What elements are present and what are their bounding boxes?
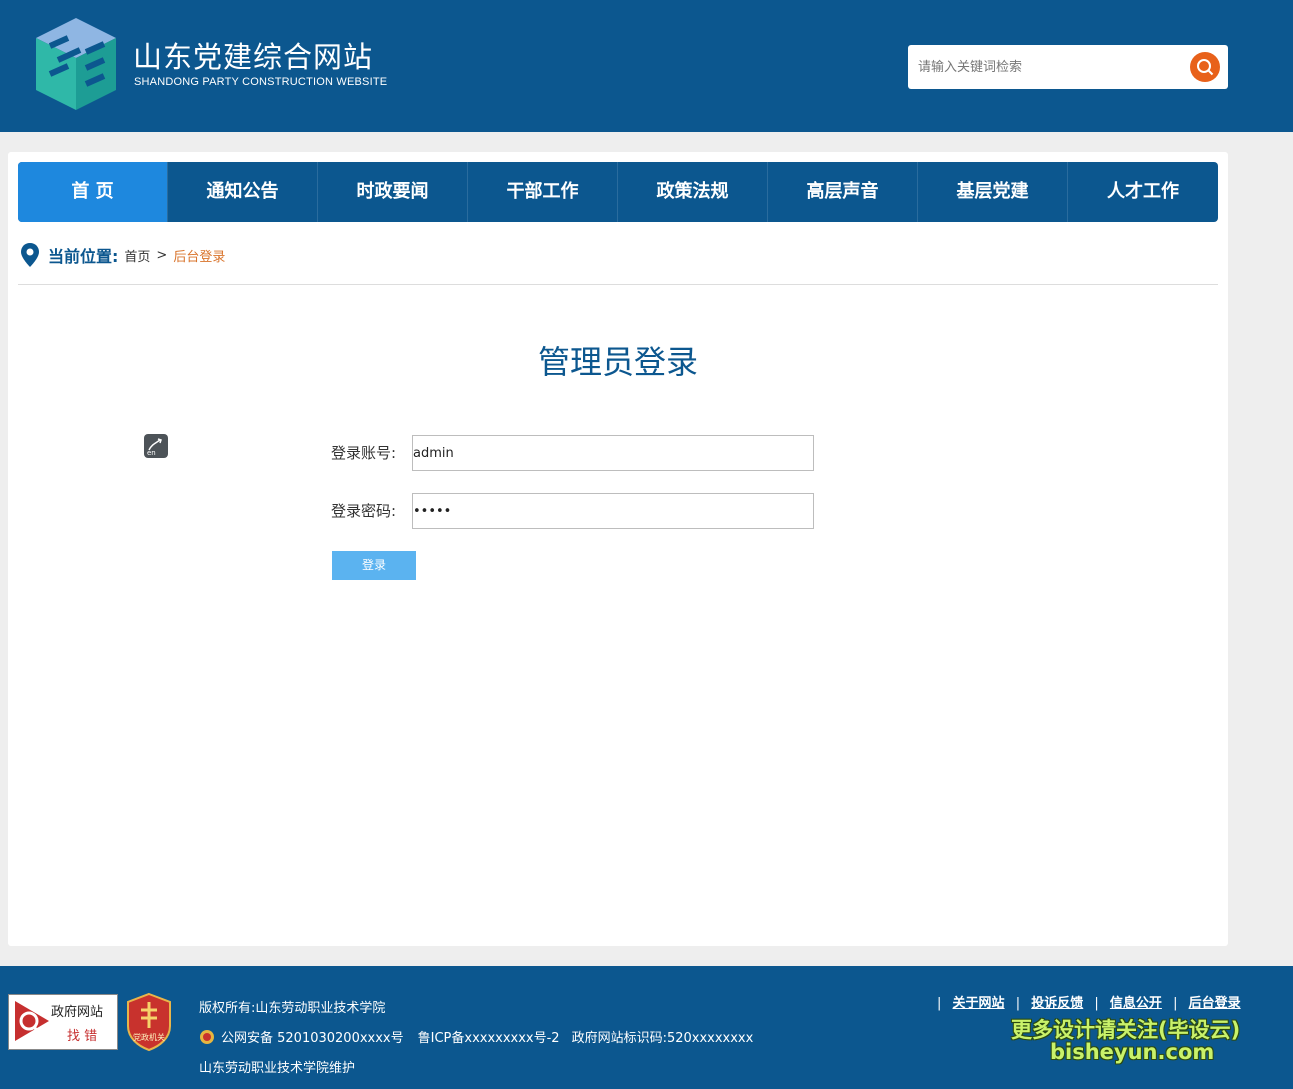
site-footer: 政府网站 找 错 党政机关 版权所有:山东劳动职业技术学院 公网安备 52010… bbox=[0, 966, 1293, 1089]
breadcrumb-home-link[interactable]: 首页 bbox=[124, 246, 150, 265]
page-title: 管理员登录 bbox=[537, 343, 698, 381]
footer-link-separator: | bbox=[1015, 996, 1021, 1011]
breadcrumb-separator: > bbox=[156, 247, 168, 263]
divider bbox=[18, 284, 1218, 285]
footer-link-disclosure[interactable]: 信息公开 bbox=[1110, 996, 1162, 1011]
footer-links: | 关于网站 | 投诉反馈 | 信息公开 | 后台登录 bbox=[930, 992, 1241, 1011]
footer-link-separator: | bbox=[1173, 996, 1178, 1011]
footer-link-about[interactable]: 关于网站 bbox=[953, 996, 1005, 1011]
nav-item-talent-work[interactable]: 人才工作 bbox=[1068, 162, 1218, 222]
site-subtitle: SHANDONG PARTY CONSTRUCTION WEBSITE bbox=[134, 76, 388, 88]
gov-site-error-report-badge[interactable]: 政府网站 找 错 bbox=[8, 994, 118, 1050]
password-input[interactable] bbox=[412, 493, 814, 529]
nav-item-cadre-work[interactable]: 干部工作 bbox=[468, 162, 618, 222]
site-title: 山东党建综合网站 bbox=[133, 40, 374, 74]
gov-site-id-text: 政府网站标识码:520xxxxxxxx bbox=[571, 1031, 754, 1046]
nav-item-notices[interactable]: 通知公告 bbox=[168, 162, 318, 222]
party-badge-text: 党政机关 bbox=[133, 1033, 165, 1042]
gov-badge-top-text: 政府网站 bbox=[51, 1005, 104, 1020]
location-pin-icon bbox=[21, 243, 39, 267]
search-input[interactable] bbox=[908, 45, 1178, 89]
maintainer-text: 山东劳动职业技术学院维护 bbox=[199, 1061, 356, 1076]
main-nav: 首 页 通知公告 时政要闻 干部工作 政策法规 高层声音 基层党建 人才工作 bbox=[18, 162, 1218, 222]
search-icon bbox=[1197, 59, 1214, 76]
account-label: 登录账号: bbox=[331, 444, 397, 462]
police-emblem-icon bbox=[200, 1030, 214, 1044]
magnifier-flag-icon bbox=[15, 1001, 49, 1041]
watermark-line-2: bisheyun.com bbox=[1050, 1040, 1215, 1064]
nav-item-grassroots[interactable]: 基层党建 bbox=[918, 162, 1068, 222]
footer-link-feedback[interactable]: 投诉反馈 bbox=[1031, 996, 1083, 1011]
record-info: 公网安备 5201030200xxxx号 鲁ICP备xxxxxxxxx号-2 政府网… bbox=[199, 1027, 753, 1046]
copyright-text: 版权所有:山东劳动职业技术学院 bbox=[199, 1001, 386, 1016]
language-switch-icon[interactable]: en bbox=[144, 434, 168, 458]
gov-badge-bottom-text: 找 错 bbox=[67, 1029, 98, 1044]
nav-item-home[interactable]: 首 页 bbox=[18, 162, 168, 222]
police-record-text: 公网安备 5201030200xxxx号 bbox=[221, 1031, 404, 1046]
icp-record-text: 鲁ICP备xxxxxxxxx号-2 bbox=[417, 1031, 560, 1046]
password-label: 登录密码: bbox=[331, 502, 397, 520]
party-organ-badge[interactable]: 党政机关 bbox=[124, 992, 174, 1052]
footer-link-admin-login[interactable]: 后台登录 bbox=[1189, 996, 1241, 1011]
breadcrumb-label: 当前位置: bbox=[48, 247, 119, 266]
footer-link-separator: | bbox=[937, 996, 942, 1011]
search-button[interactable] bbox=[1190, 52, 1220, 82]
site-header: 山东党建综合网站 SHANDONG PARTY CONSTRUCTION WEB… bbox=[0, 0, 1293, 132]
breadcrumb: 当前位置: 首页 > 后台登录 bbox=[20, 242, 225, 268]
footer-link-separator: | bbox=[1094, 996, 1099, 1011]
login-button[interactable]: 登录 bbox=[332, 551, 416, 580]
party-shield-icon bbox=[127, 992, 171, 1052]
main-content: 首 页 通知公告 时政要闻 干部工作 政策法规 高层声音 基层党建 人才工作 当… bbox=[8, 152, 1228, 946]
breadcrumb-current: 后台登录 bbox=[173, 249, 226, 265]
nav-item-leadership-voices[interactable]: 高层声音 bbox=[768, 162, 918, 222]
nav-item-policies[interactable]: 政策法规 bbox=[618, 162, 768, 222]
svg-text:en: en bbox=[147, 449, 156, 457]
account-input[interactable] bbox=[412, 435, 814, 471]
site-logo-icon bbox=[36, 18, 116, 110]
nav-item-news[interactable]: 时政要闻 bbox=[318, 162, 468, 222]
search-box bbox=[908, 45, 1228, 89]
